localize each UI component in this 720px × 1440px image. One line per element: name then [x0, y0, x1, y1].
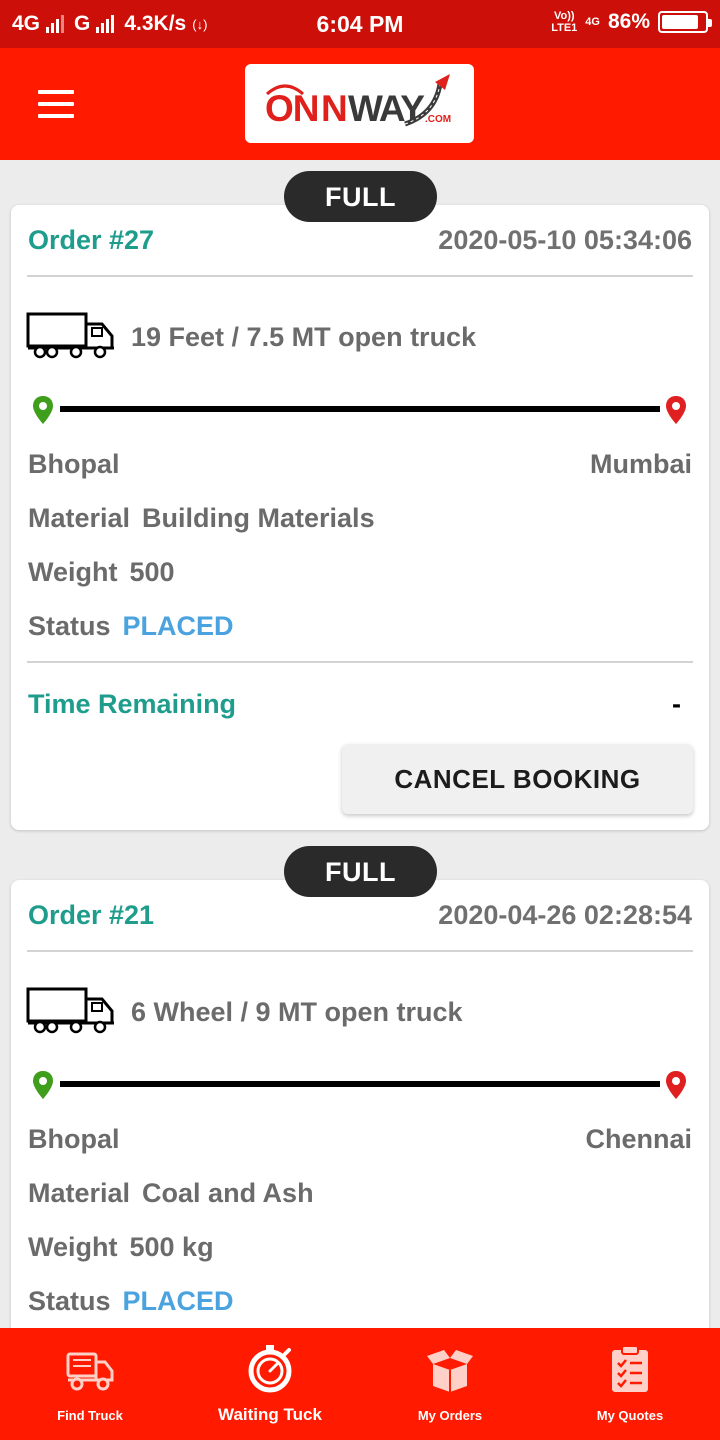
time-remaining-label: Time Remaining	[28, 689, 237, 719]
weight-value: 500	[129, 557, 175, 587]
order-date: 2020-05-10 05:34:06	[438, 225, 692, 255]
weight-value: 500 kg	[129, 1232, 214, 1262]
time-remaining-value: -	[672, 689, 681, 719]
stopwatch-icon	[248, 1345, 292, 1393]
material-value: Building Materials	[142, 503, 375, 533]
destination-pin-icon	[666, 1071, 686, 1099]
material-value: Coal and Ash	[142, 1178, 314, 1208]
load-type-badge: FULL	[284, 171, 437, 222]
status-label: Status	[28, 1286, 111, 1316]
clipboard-checklist-icon	[612, 1345, 648, 1392]
status-value: PLACED	[122, 611, 234, 641]
app-bar: ON N WAY .COM	[0, 48, 720, 160]
battery-icon	[658, 11, 712, 33]
origin-pin-icon	[33, 396, 53, 424]
order-number: Order #21	[28, 900, 155, 930]
material-label: Material	[28, 1178, 131, 1208]
destination-city: Mumbai	[589, 449, 692, 479]
divider	[27, 275, 693, 277]
truck-icon	[66, 1352, 114, 1391]
status-bar: 4G G 4.3K/s (↓) 6:04 PM Vo)) LTE1 4G 86%	[0, 0, 720, 48]
origin-city: Bhopal	[28, 449, 120, 479]
weight-row: Weight 500 kg	[28, 1232, 214, 1263]
weight-label: Weight	[28, 557, 118, 587]
bottom-navigation: Find Truck Waiting Tuck My Orders My Quo…	[0, 1328, 720, 1440]
nav-label: My Orders	[417, 1408, 483, 1423]
route-line	[60, 406, 660, 412]
order-number: Order #27	[28, 225, 155, 255]
logo-text-n: N	[321, 88, 347, 129]
nav-label: Waiting Tuck	[218, 1405, 322, 1424]
origin-city: Bhopal	[28, 1124, 120, 1154]
truck-type: 19 Feet / 7.5 MT open truck	[131, 322, 477, 352]
battery-percent: 86%	[607, 10, 650, 33]
orders-list[interactable]: FULL Order #27 2020-05-10 05:34:06 19 Fe…	[0, 160, 720, 1328]
truck-icon	[26, 312, 114, 359]
status-row: Status PLACED	[28, 1286, 234, 1317]
volte-indicator: Vo)) LTE1	[551, 10, 578, 34]
material-label: Material	[28, 503, 131, 533]
logo-text-com: .COM	[425, 114, 451, 125]
nav-my-quotes[interactable]: My Quotes	[540, 1328, 720, 1440]
logo-text-on: ON	[265, 88, 319, 129]
divider	[27, 950, 693, 952]
route-line	[60, 1081, 660, 1087]
material-row: Material Coal and Ash	[28, 1178, 314, 1209]
destination-pin-icon	[666, 396, 686, 424]
status-value: PLACED	[122, 1286, 234, 1316]
onnway-logo-graphic: ON N WAY .COM	[265, 74, 451, 129]
weight-label: Weight	[28, 1232, 118, 1262]
network-type-3: 4G	[585, 16, 600, 28]
nav-waiting-truck[interactable]: Waiting Tuck	[180, 1328, 360, 1440]
nav-label: Find Truck	[57, 1408, 123, 1423]
weight-row: Weight 500	[28, 557, 175, 588]
material-row: Material Building Materials	[28, 503, 375, 534]
truck-icon	[26, 987, 114, 1034]
status-right: Vo)) LTE1 4G 86%	[551, 10, 712, 34]
order-card: FULL Order #27 2020-05-10 05:34:06 19 Fe…	[11, 171, 709, 830]
divider	[27, 661, 693, 663]
hamburger-menu-icon[interactable]	[38, 90, 74, 118]
truck-type: 6 Wheel / 9 MT open truck	[131, 997, 463, 1027]
nav-find-truck[interactable]: Find Truck	[0, 1328, 180, 1440]
load-type-badge: FULL	[284, 846, 437, 897]
destination-city: Chennai	[585, 1124, 692, 1154]
order-card: FULL Order #21 2020-04-26 02:28:54 6 Whe…	[11, 846, 709, 1328]
nav-label: My Quotes	[596, 1408, 664, 1423]
order-date: 2020-04-26 02:28:54	[438, 900, 692, 930]
onnway-logo: ON N WAY .COM	[245, 64, 474, 143]
cancel-booking-button[interactable]: CANCEL BOOKING	[342, 744, 693, 814]
battery-fill	[662, 15, 699, 29]
origin-pin-icon	[33, 1071, 53, 1099]
status-row: Status PLACED	[28, 611, 234, 642]
status-label: Status	[28, 611, 111, 641]
open-box-icon	[427, 1350, 473, 1392]
nav-my-orders[interactable]: My Orders	[360, 1328, 540, 1440]
